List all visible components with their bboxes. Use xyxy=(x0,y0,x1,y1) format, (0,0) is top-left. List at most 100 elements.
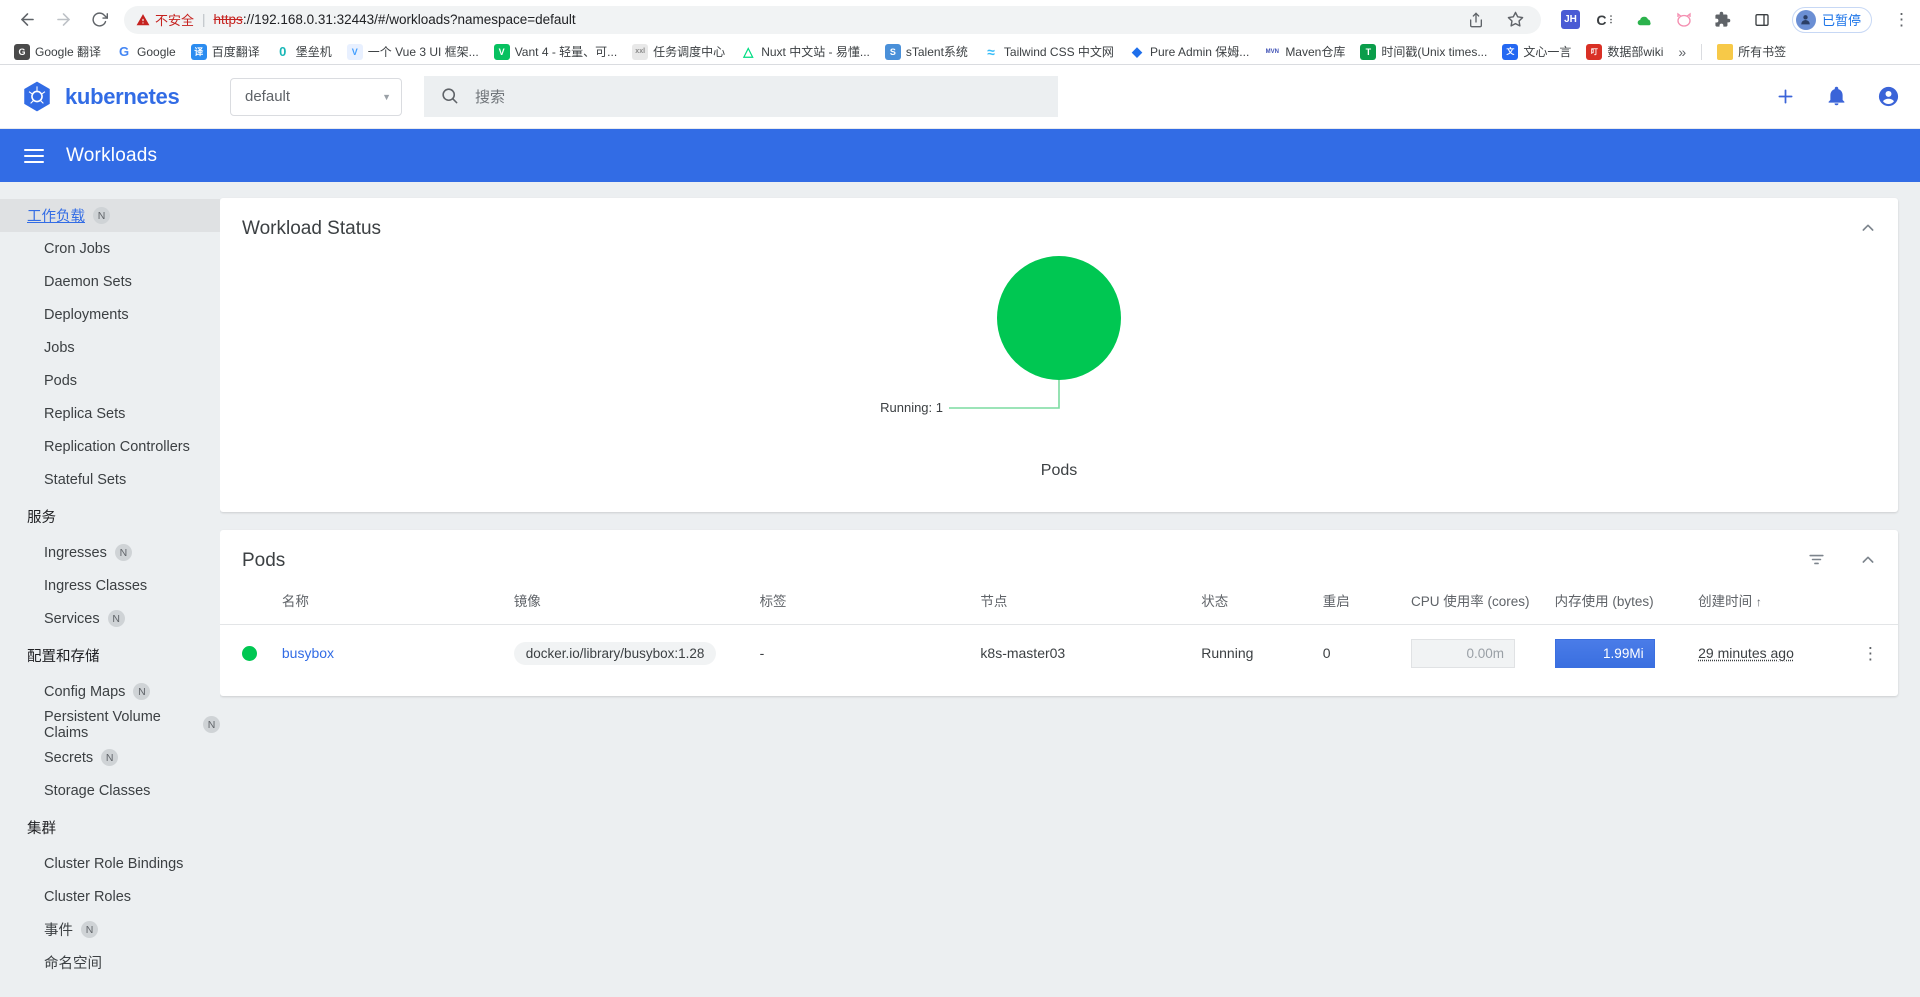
address-bar[interactable]: 不安全 | https://192.168.0.31:32443/#/workl… xyxy=(124,5,1541,34)
bookmark-item[interactable]: 译 百度翻译 xyxy=(185,41,266,62)
sidebar-item-deployments[interactable]: Deployments xyxy=(0,298,220,331)
bookmark-item[interactable]: 文 文心一言 xyxy=(1496,41,1577,62)
side-panel-icon[interactable] xyxy=(1749,7,1775,33)
all-bookmarks-button[interactable]: 所有书签 xyxy=(1711,41,1792,62)
cell-image: docker.io/library/busybox:1.28 xyxy=(504,624,750,682)
bookmark-item[interactable]: S sTalent系统 xyxy=(879,41,974,62)
kubernetes-logo-icon xyxy=(24,81,50,111)
col-status[interactable]: 状态 xyxy=(1191,572,1313,625)
sidebar-item-daemon-sets[interactable]: Daemon Sets xyxy=(0,265,220,298)
sidebar-item-cron-jobs[interactable]: Cron Jobs xyxy=(0,232,220,265)
bookmark-label: Tailwind CSS 中文网 xyxy=(1003,45,1114,59)
sidebar-item-ingresses[interactable]: Ingresses N xyxy=(0,536,220,569)
col-memory[interactable]: 内存使用 (bytes) xyxy=(1544,572,1689,625)
sidebar-item-ingress-classes[interactable]: Ingress Classes xyxy=(0,569,220,602)
filter-icon[interactable] xyxy=(1807,550,1826,572)
chevron-up-icon[interactable] xyxy=(1860,552,1876,571)
kebab-menu-icon[interactable]: ⋮ xyxy=(1893,11,1910,28)
table-row[interactable]: busybox docker.io/library/busybox:1.28 - k8… xyxy=(220,624,1898,682)
omnibox-divider: | xyxy=(202,12,206,27)
sidebar-item-cluster-role-bindings[interactable]: Cluster Role Bindings xyxy=(0,847,220,880)
sidebar-item-jobs[interactable]: Jobs xyxy=(0,331,220,364)
bookmark-favicon: 文 xyxy=(1502,43,1519,60)
star-icon[interactable] xyxy=(1503,7,1529,33)
reload-button[interactable] xyxy=(82,3,116,37)
search-input[interactable]: 搜索 xyxy=(424,76,1058,117)
notifications-button[interactable] xyxy=(1826,86,1847,107)
bookmark-item[interactable]: G Google 翻译 xyxy=(8,41,107,62)
sidebar-item-replica-sets[interactable]: Replica Sets xyxy=(0,397,220,430)
workload-status-title: Workload Status xyxy=(242,218,382,239)
profile-paused-pill[interactable]: 已暂停 xyxy=(1791,6,1872,33)
pie-slice-running[interactable] xyxy=(997,256,1121,380)
sidebar-item-cluster-roles[interactable]: Cluster Roles xyxy=(0,880,220,913)
search-placeholder: 搜索 xyxy=(475,89,506,106)
app-logo[interactable]: kubernetes xyxy=(20,80,206,114)
bookmark-item[interactable]: T 时间戳(Unix times... xyxy=(1354,41,1493,62)
cell-restarts: 0 xyxy=(1322,645,1331,662)
col-created-label: 创建时间 xyxy=(1698,594,1753,609)
col-name[interactable]: 名称 xyxy=(271,572,504,625)
col-created[interactable]: 创建时间 ↑ xyxy=(1688,572,1843,625)
image-chip: docker.io/library/busybox:1.28 xyxy=(513,641,717,665)
puzzle-extensions-icon[interactable] xyxy=(1710,7,1736,33)
share-icon[interactable] xyxy=(1463,7,1489,33)
namespaced-badge: N xyxy=(114,544,132,561)
row-kebab-icon[interactable]: ⋮ xyxy=(1843,624,1898,682)
sidebar-item-storage-classes[interactable]: Storage Classes xyxy=(0,774,220,807)
chevron-down-icon: ▼ xyxy=(382,91,391,102)
bookmark-item[interactable]: G Google xyxy=(110,42,182,62)
bookmark-item[interactable]: V 一个 Vue 3 UI 框架... xyxy=(341,41,485,62)
sidebar-item-label: Cluster Role Bindings xyxy=(44,855,184,872)
bookmark-item[interactable]: ◆ Pure Admin 保姆... xyxy=(1123,41,1255,62)
bookmark-label: 任务调度中心 xyxy=(653,45,726,59)
bookmark-label: Google 翻译 xyxy=(35,45,102,59)
col-image[interactable]: 镜像 xyxy=(503,572,750,625)
col-node[interactable]: 节点 xyxy=(970,572,1192,625)
c-extension-icon[interactable]: C ⋮ xyxy=(1593,7,1619,33)
pod-name-link[interactable]: busybox xyxy=(282,645,334,661)
forward-button[interactable] xyxy=(46,3,80,37)
sidebar-item-事件[interactable]: 事件 N xyxy=(0,913,220,946)
sidebar-item-services[interactable]: Services N xyxy=(0,602,220,635)
sidebar-item-replication-controllers[interactable]: Replication Controllers xyxy=(0,430,220,463)
bookmark-item[interactable]: xxl 任务调度中心 xyxy=(626,41,731,62)
jihulab-extension-icon[interactable]: JH xyxy=(1560,10,1580,29)
bookmark-item[interactable]: △ Nuxt 中文站 - 易懂... xyxy=(734,41,876,62)
table-header-row: 名称 镜像 标签 节点 状态 重启 CPU 使用率 (cores) 内存使用 (… xyxy=(220,572,1898,625)
bookmark-label: 百度翻译 xyxy=(211,45,260,59)
col-cpu[interactable]: CPU 使用率 (cores) xyxy=(1401,572,1545,625)
sidebar-item-label: Replica Sets xyxy=(44,405,126,422)
col-restarts[interactable]: 重启 xyxy=(1312,572,1402,625)
sidebar-item-secrets[interactable]: Secrets N xyxy=(0,741,220,774)
bookmark-favicon: G xyxy=(14,43,30,60)
cat-extension-icon[interactable] xyxy=(1671,7,1697,33)
namespaced-badge: N xyxy=(133,683,151,700)
bookmark-item[interactable]: ≈ Tailwind CSS 中文网 xyxy=(977,41,1120,62)
col-labels[interactable]: 标签 xyxy=(749,572,971,625)
baidu-netdisk-extension-icon[interactable] xyxy=(1632,7,1658,33)
bookmark-item[interactable]: V Vant 4 - 轻量、可... xyxy=(488,41,623,62)
sidebar-item-label: Jobs xyxy=(44,339,75,356)
app-body: 工作负载 N Cron Jobs Daemon Sets Deployments Jobs… xyxy=(0,182,1920,997)
bookmarks-overflow-button[interactable]: » xyxy=(1672,44,1692,60)
sidebar-item-config-maps[interactable]: Config Maps N xyxy=(0,675,220,708)
menu-toggle-icon[interactable] xyxy=(24,148,44,163)
namespace-select[interactable]: default ▼ xyxy=(230,77,402,116)
chevron-up-icon[interactable] xyxy=(1860,220,1876,239)
create-button[interactable] xyxy=(1775,86,1796,107)
bookmark-item[interactable]: 叮 数据部wiki xyxy=(1580,41,1669,62)
sidebar-item-persistent-volume-claims[interactable]: Persistent Volume Claims N xyxy=(0,708,220,741)
pods-pie-chart: Running: 1 xyxy=(880,256,1121,415)
cell-cpu: 0.00m xyxy=(1401,624,1545,682)
account-button[interactable] xyxy=(1877,85,1900,108)
sidebar-item-stateful-sets[interactable]: Stateful Sets xyxy=(0,463,220,496)
bookmark-item[interactable]: 0 堡垒机 xyxy=(269,41,338,62)
sidebar-item-命名空间[interactable]: 命名空间 xyxy=(0,946,220,979)
sidebar-item-工作负载[interactable]: 工作负载 N xyxy=(0,199,220,232)
created-time: 29 minutes ago xyxy=(1698,645,1794,662)
bookmark-item[interactable]: MVN Maven仓库 xyxy=(1258,41,1351,62)
sidebar-item-pods[interactable]: Pods xyxy=(0,364,220,397)
back-button[interactable] xyxy=(10,3,44,37)
sidebar-section-配置和存储: 配置和存储 xyxy=(0,635,220,675)
